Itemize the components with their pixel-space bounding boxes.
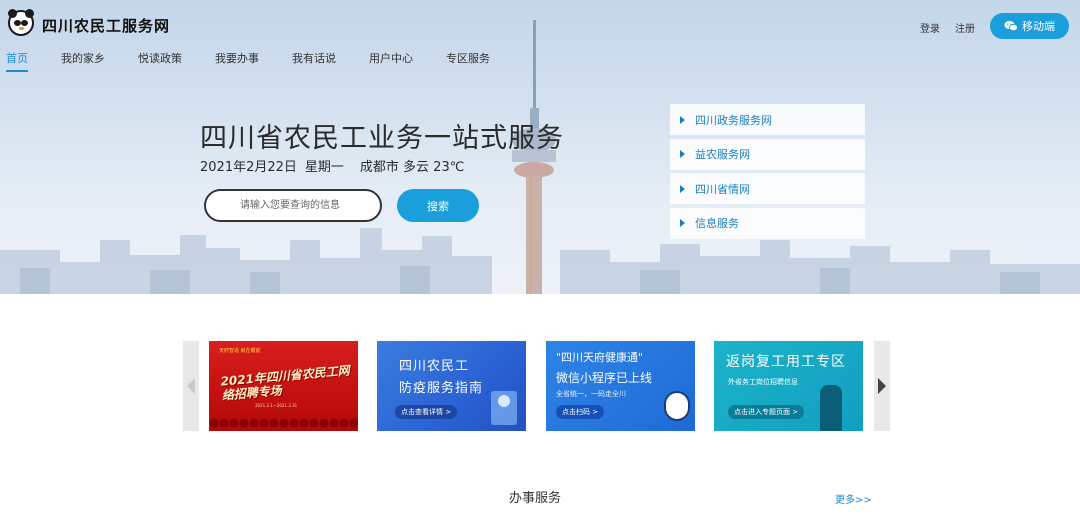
nav-item-feedback[interactable]: 我有话说: [292, 50, 336, 72]
banner-title-line1: "四川天府健康通": [556, 351, 644, 364]
register-link[interactable]: 注册: [955, 20, 975, 35]
banner-recruitment[interactable]: 天府智造 就在眼前 2021年四川省农民工网络招聘专场 2021.2.1—202…: [209, 341, 358, 431]
quick-link-label: 益农服务网: [695, 148, 750, 161]
banner-title-line2: 防疫服务指南: [399, 381, 484, 396]
banner-subtitle: 全省统一，一码走全川: [556, 390, 626, 398]
section-title: 办事服务: [509, 491, 562, 506]
wechat-icon: [1004, 21, 1018, 32]
quick-link-gov-services[interactable]: 四川政务服务网: [670, 104, 865, 135]
banner-epidemic-guide[interactable]: 四川农民工 防疫服务指南 点击查看详情 >: [377, 341, 526, 431]
triangle-right-icon: [680, 184, 685, 193]
weekday-text: 星期一: [304, 160, 344, 175]
nav-item-policy[interactable]: 悦读政策: [138, 50, 182, 72]
date-text: 2021年2月22日: [200, 160, 297, 175]
crowd-graphic: [209, 413, 358, 431]
banner-cta: 点击进入专题页面 >: [728, 405, 805, 419]
nav-item-special-zone[interactable]: 专区服务: [446, 50, 490, 72]
hero-title: 四川省农民工业务一站式服务: [200, 123, 564, 154]
quick-link-agri-services[interactable]: 益农服务网: [670, 138, 865, 170]
login-link[interactable]: 登录: [920, 20, 940, 35]
more-link[interactable]: 更多>>: [835, 491, 872, 506]
banner-title: 2021年四川省农民工网络招聘专场: [220, 363, 351, 403]
nav-item-user-center[interactable]: 用户中心: [369, 50, 413, 72]
nav-item-home[interactable]: 首页: [6, 50, 28, 72]
hero-info: 2021年2月22日 星期一 成都市 多云 23℃: [200, 156, 464, 175]
hero-banner: 四川农民工服务网 首页 我的家乡 悦读政策 我要办事 我有话说 用户中心 专区服…: [0, 0, 1080, 294]
search-button[interactable]: 搜索: [397, 189, 479, 222]
banner-return-to-work[interactable]: 返岗复工用工专区 外省务工岗位招聘信息 点击进入专题页面 >: [714, 341, 863, 431]
quick-link-info-services[interactable]: 信息服务: [670, 207, 865, 239]
quick-link-label: 四川政务服务网: [695, 113, 772, 127]
search-input[interactable]: [204, 189, 382, 222]
triangle-right-icon: [680, 115, 685, 124]
nav-item-services[interactable]: 我要办事: [215, 50, 259, 72]
quick-link-label: 信息服务: [695, 217, 739, 230]
banner-footer: 2021.2.1—2021.3.31: [255, 403, 298, 408]
nav-item-hometown[interactable]: 我的家乡: [61, 50, 105, 72]
mobile-app-button[interactable]: 移动端: [990, 13, 1069, 39]
banner-title-line2: 微信小程序已上线: [556, 371, 653, 385]
mobile-app-label: 移动端: [1022, 20, 1055, 33]
site-title[interactable]: 四川农民工服务网: [42, 15, 170, 36]
worker-figure-icon: [820, 385, 842, 431]
banner-title-line1: 四川农民工: [399, 359, 470, 374]
carousel-next-button[interactable]: [874, 341, 890, 431]
carousel-prev-button[interactable]: [183, 341, 199, 431]
quick-link-label: 四川省情网: [695, 182, 750, 196]
site-logo-icon[interactable]: [8, 9, 34, 36]
banner-subtitle: 外省务工岗位招聘信息: [728, 378, 798, 386]
arrow-left-icon: [187, 378, 195, 394]
main-nav: 首页 我的家乡 悦读政策 我要办事 我有话说 用户中心 专区服务: [6, 50, 523, 72]
banner-health-code[interactable]: "四川天府健康通" 微信小程序已上线 全省统一，一码走全川 点击扫码 >: [546, 341, 695, 431]
banner-title: 返岗复工用工专区: [726, 354, 846, 370]
banner-tag: 天府智造 就在眼前: [219, 348, 261, 354]
panda-mascot-icon: [664, 391, 690, 421]
weather-text: 成都市 多云 23℃: [359, 160, 465, 175]
arrow-right-icon: [878, 378, 886, 394]
banner-cta: 点击查看详情 >: [395, 405, 458, 419]
quick-links-panel: 四川政务服务网 益农服务网 四川省情网 信息服务: [670, 104, 865, 242]
quick-link-province-info[interactable]: 四川省情网: [670, 173, 865, 204]
triangle-right-icon: [680, 219, 685, 227]
triangle-right-icon: [680, 150, 685, 158]
banner-cta: 点击扫码 >: [556, 405, 605, 419]
doctor-illustration-icon: [491, 391, 517, 425]
